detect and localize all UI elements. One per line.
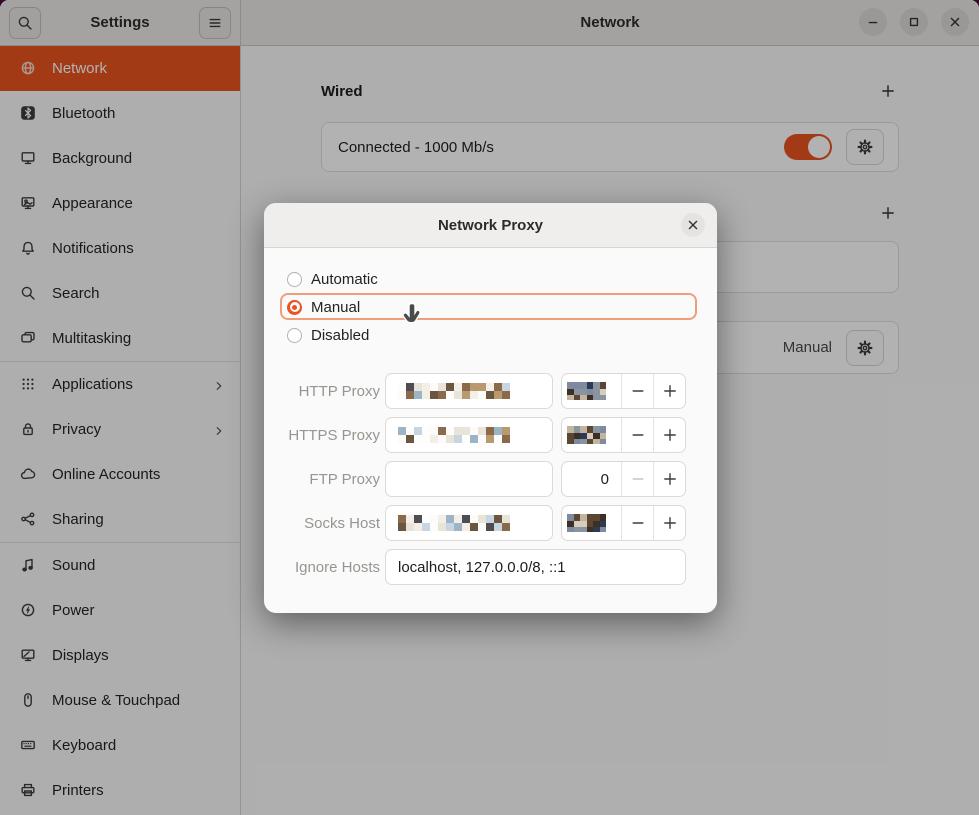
dialog-header: Network Proxy: [264, 203, 717, 248]
field-label: HTTPS Proxy: [264, 427, 380, 444]
minus-icon: [630, 383, 646, 399]
close-icon: [685, 217, 701, 233]
proxy-option-automatic[interactable]: Automatic: [264, 265, 717, 293]
decrement-button[interactable]: [622, 462, 654, 496]
plus-icon: [662, 427, 678, 443]
field-row-https-proxy: HTTPS Proxy: [264, 417, 717, 453]
plus-icon: [662, 471, 678, 487]
port-spinner: [561, 417, 686, 453]
field-row-ftp-proxy: FTP Proxy 0: [264, 461, 717, 497]
radio-button[interactable]: [287, 300, 302, 315]
socks-host-input[interactable]: [385, 505, 553, 541]
port-value[interactable]: [562, 506, 622, 540]
proxy-option-disabled[interactable]: Disabled: [264, 321, 717, 349]
radio-label: Automatic: [311, 271, 378, 288]
decrement-button[interactable]: [622, 506, 654, 540]
redacted-value: [398, 383, 514, 399]
field-label: HTTP Proxy: [264, 383, 380, 400]
proxy-option-manual[interactable]: Manual: [264, 293, 717, 321]
port-spinner: [561, 373, 686, 409]
field-row-ignore-hosts: Ignore Hosts localhost, 127.0.0.0/8, ::1: [264, 549, 717, 585]
redacted-port: [567, 514, 609, 532]
proxy-mode-options: Automatic Manual Disabled: [264, 265, 717, 349]
radio-button[interactable]: [287, 328, 302, 343]
minus-icon: [630, 515, 646, 531]
redacted-port: [567, 382, 609, 400]
dialog-close-button[interactable]: [681, 213, 705, 237]
port-value[interactable]: 0: [562, 462, 622, 496]
field-row-http-proxy: HTTP Proxy: [264, 373, 717, 409]
port-spinner: [561, 505, 686, 541]
field-label: Socks Host: [264, 515, 380, 532]
radio-label: Manual: [311, 299, 360, 316]
field-label: FTP Proxy: [264, 471, 380, 488]
minus-icon: [630, 427, 646, 443]
http-proxy-input[interactable]: [385, 373, 553, 409]
network-proxy-dialog: Network Proxy Automatic Manual Disabled …: [264, 203, 717, 613]
decrement-button[interactable]: [622, 418, 654, 452]
increment-button[interactable]: [654, 506, 685, 540]
redacted-value: [398, 515, 514, 531]
field-value: localhost, 127.0.0.0/8, ::1: [398, 559, 566, 576]
field-label: Ignore Hosts: [264, 559, 380, 576]
settings-window: Settings Network Network Bluetooth Backg…: [0, 0, 979, 815]
ignore-hosts-input[interactable]: localhost, 127.0.0.0/8, ::1: [385, 549, 686, 585]
minus-icon: [630, 471, 646, 487]
ftp-proxy-input[interactable]: [385, 461, 553, 497]
decrement-button[interactable]: [622, 374, 654, 408]
increment-button[interactable]: [654, 462, 685, 496]
port-spinner: 0: [561, 461, 686, 497]
field-row-socks-host: Socks Host: [264, 505, 717, 541]
plus-icon: [662, 383, 678, 399]
https-proxy-input[interactable]: [385, 417, 553, 453]
plus-icon: [662, 515, 678, 531]
increment-button[interactable]: [654, 374, 685, 408]
redacted-value: [398, 427, 514, 443]
redacted-port: [567, 426, 609, 444]
radio-label: Disabled: [311, 327, 369, 344]
dialog-title: Network Proxy: [438, 217, 543, 234]
port-value[interactable]: [562, 374, 622, 408]
increment-button[interactable]: [654, 418, 685, 452]
port-value[interactable]: [562, 418, 622, 452]
proxy-fields: HTTP Proxy HTTPS Proxy FTP Proxy 0 Socks…: [264, 373, 717, 593]
radio-button[interactable]: [287, 272, 302, 287]
